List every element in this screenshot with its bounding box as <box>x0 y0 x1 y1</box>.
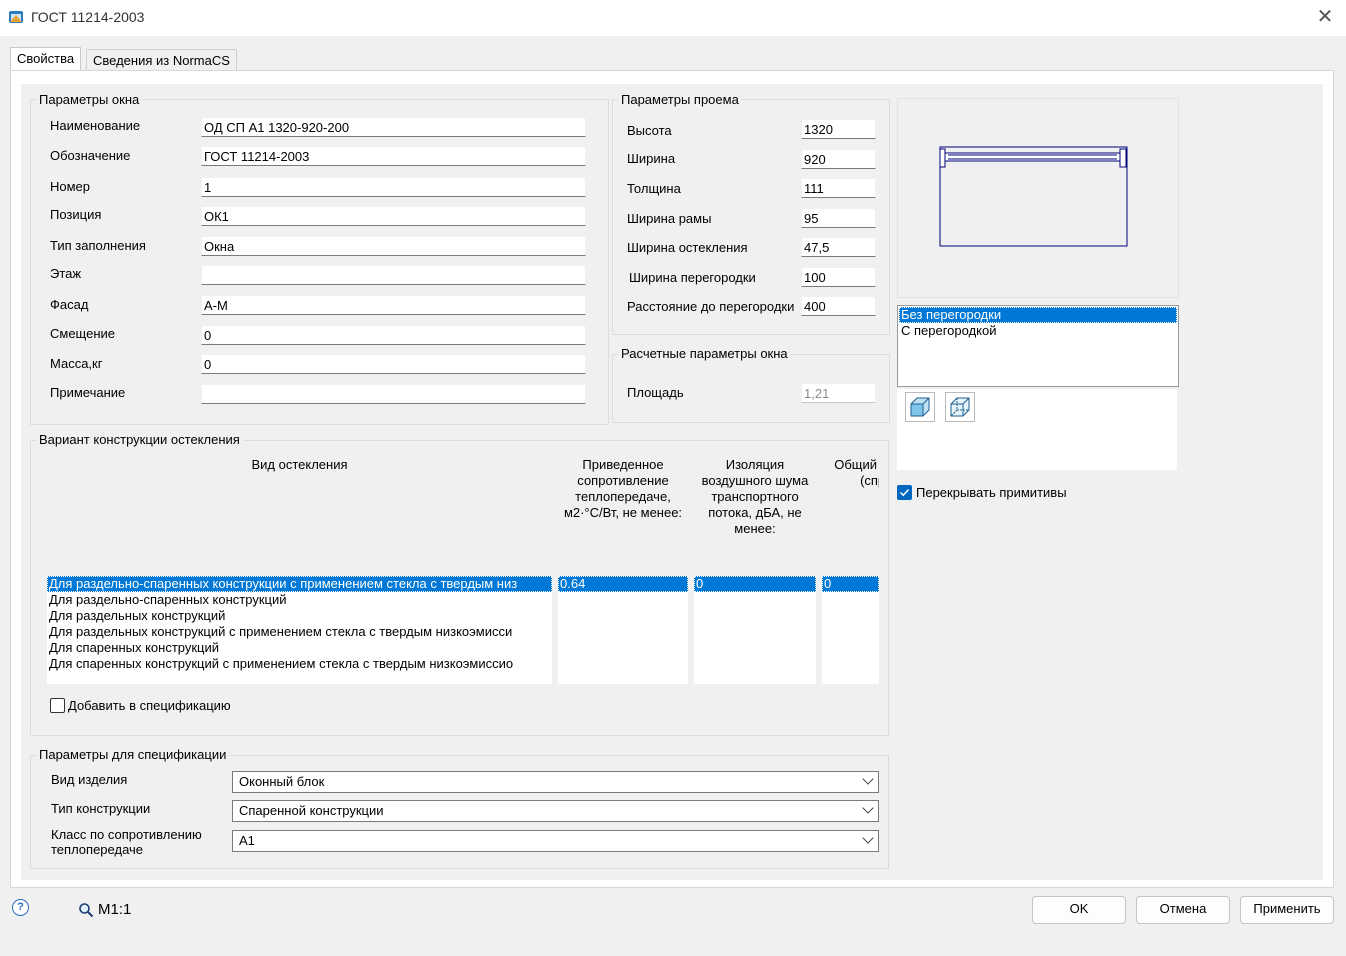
apply-button[interactable]: Применить <box>1240 896 1334 924</box>
offset-field[interactable]: 0 <box>201 325 586 345</box>
area-label: Площадь <box>627 385 684 400</box>
scale-label: М1:1 <box>98 901 132 918</box>
list-item[interactable]: 0 <box>694 576 816 592</box>
glazing-width-label: Ширина остекления <box>627 240 748 255</box>
view-3d-icon[interactable] <box>905 392 935 422</box>
ok-button[interactable]: OK <box>1032 896 1126 924</box>
resistance-class-value: А1 <box>239 833 255 848</box>
designation-label: Обозначение <box>50 148 131 163</box>
product-type-label: Вид изделия <box>51 772 128 787</box>
partition-list[interactable]: Без перегородки С перегородкой <box>897 305 1179 387</box>
number-field[interactable]: 1 <box>201 177 586 197</box>
facade-field[interactable]: А-М <box>201 295 586 315</box>
list-item[interactable]: 0 <box>822 576 879 592</box>
tab-normacs[interactable]: Сведения из NormaCS <box>86 49 237 71</box>
floor-label: Этаж <box>50 266 82 281</box>
chevron-down-icon <box>862 832 874 844</box>
help-icon[interactable]: ? <box>12 899 29 916</box>
glazing-type-list[interactable]: Для раздельно-спаренных конструкции с пр… <box>47 576 552 684</box>
light-header-clip: Общий к светог (спр зн <box>822 457 879 567</box>
app-icon <box>9 11 23 23</box>
thickness-field[interactable]: 111 <box>801 178 876 198</box>
preview-panel <box>897 98 1179 298</box>
partition-width-label: Ширина перегородки <box>629 270 756 285</box>
tab-properties[interactable]: Свойства <box>10 47 82 71</box>
width-field[interactable]: 920 <box>801 149 876 169</box>
partition-distance-field[interactable]: 400 <box>801 296 876 316</box>
chevron-down-icon <box>862 802 874 814</box>
overlap-primitives-checkbox[interactable] <box>897 485 912 500</box>
partition-distance-label: Расстояние до перегородки <box>627 299 795 314</box>
list-item[interactable]: Без перегородки <box>899 307 1177 323</box>
resistance-class-select[interactable]: А1 <box>232 830 879 852</box>
noise-header: Изоляция воздушного шума транспортного п… <box>701 457 809 536</box>
product-type-value: Оконный блок <box>239 774 325 789</box>
add-to-spec-label: Добавить в спецификацию <box>68 698 231 713</box>
partition-width-field[interactable]: 100 <box>801 267 876 287</box>
glazing-width-field[interactable]: 47,5 <box>801 237 876 257</box>
designation-field[interactable]: ГОСТ 11214-2003 <box>201 146 586 166</box>
list-item[interactable]: 0.64 <box>558 576 688 592</box>
note-label: Примечание <box>50 385 126 400</box>
height-label: Высота <box>627 123 672 138</box>
facade-label: Фасад <box>50 297 89 312</box>
light-header: Общий к светог (спр зн <box>834 457 879 488</box>
list-item[interactable]: Для раздельно-спаренных конструкции с пр… <box>47 576 552 592</box>
construction-type-value: Спаренной конструкции <box>239 803 384 818</box>
opening-params-title: Параметры проема <box>618 92 742 107</box>
area-field: 1,21 <box>801 383 876 403</box>
offset-label: Смещение <box>50 326 116 341</box>
name-label: Наименование <box>50 118 141 133</box>
window-params-title: Параметры окна <box>36 92 143 107</box>
overlap-primitives-label: Перекрывать примитивы <box>916 485 1067 500</box>
note-field[interactable] <box>201 384 586 404</box>
light-list[interactable]: 0 <box>822 576 879 684</box>
product-type-select[interactable]: Оконный блок <box>232 771 879 793</box>
chevron-down-icon <box>862 773 874 785</box>
position-field[interactable]: ОК1 <box>201 206 586 226</box>
view-buttons-panel <box>897 389 1177 470</box>
spec-params-title: Параметры для спецификации <box>36 747 230 762</box>
check-icon <box>899 489 910 497</box>
resistance-header: Приведенное сопротивление теплопередаче,… <box>563 457 683 520</box>
resistance-class-label: Класс по сопротивлению теплопередаче <box>51 827 202 857</box>
list-item[interactable]: Для раздельных конструкций <box>47 608 552 624</box>
magnifier-icon[interactable] <box>78 902 94 918</box>
window-title: ГОСТ 11214-2003 <box>31 9 145 25</box>
mass-field[interactable]: 0 <box>201 354 586 374</box>
glazing-title: Вариант конструкции остекления <box>36 432 243 447</box>
floor-field[interactable] <box>201 265 586 285</box>
name-field[interactable]: ОД СП А1 1320-920-200 <box>201 117 586 137</box>
frame-width-field[interactable]: 95 <box>801 208 876 228</box>
view-3d-alt-icon[interactable] <box>945 392 975 422</box>
noise-list[interactable]: 0 <box>694 576 816 684</box>
list-item[interactable]: Для раздельных конструкций с применением… <box>47 624 552 640</box>
window-preview <box>939 146 1128 247</box>
calc-params-title: Расчетные параметры окна <box>618 346 791 361</box>
add-to-spec-checkbox[interactable] <box>50 698 65 713</box>
construction-type-select[interactable]: Спаренной конструкции <box>232 800 879 822</box>
width-label: Ширина <box>627 151 676 166</box>
fill-type-field[interactable]: Окна <box>201 236 586 256</box>
resistance-list[interactable]: 0.64 <box>558 576 688 684</box>
list-item[interactable]: Для спаренных конструкций с применением … <box>47 656 552 672</box>
construction-type-label: Тип конструкции <box>51 801 151 816</box>
list-item[interactable]: Для раздельно-спаренных конструкций <box>47 592 552 608</box>
fill-type-label: Тип заполнения <box>50 238 146 253</box>
thickness-label: Толщина <box>627 181 681 196</box>
height-field[interactable]: 1320 <box>801 119 876 139</box>
number-label: Номер <box>50 179 91 194</box>
mass-label: Масса,кг <box>50 356 103 371</box>
position-label: Позиция <box>50 207 102 222</box>
cancel-button[interactable]: Отмена <box>1136 896 1230 924</box>
glazing-type-header: Вид остекления <box>251 457 348 472</box>
frame-width-label: Ширина рамы <box>627 211 712 226</box>
close-icon[interactable]: ✕ <box>1312 6 1338 30</box>
list-item[interactable]: Для спаренных конструкций <box>47 640 552 656</box>
list-item[interactable]: С перегородкой <box>899 323 1177 339</box>
title-bar: ГОСТ 11214-2003 ✕ <box>0 0 1346 36</box>
